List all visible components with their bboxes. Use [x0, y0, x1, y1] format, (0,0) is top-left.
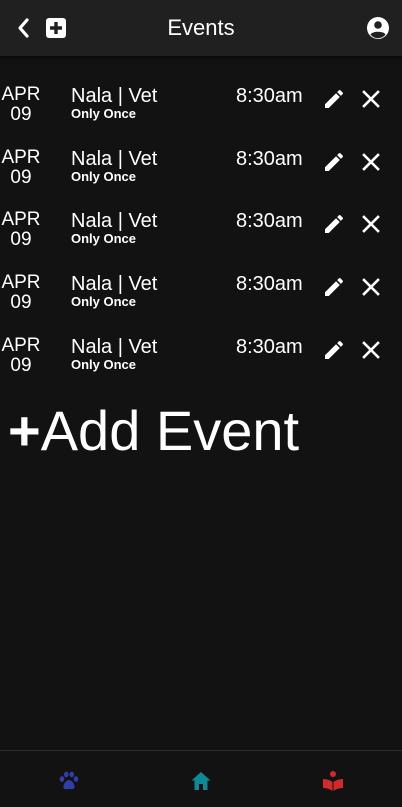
event-row[interactable]: APR 09 Nala | Vet Only Once 8:30am [0, 148, 402, 204]
add-event-button[interactable]: + Add Event [8, 398, 299, 464]
bottom-navigation [0, 750, 402, 807]
event-frequency: Only Once [71, 169, 137, 184]
event-month: APR [1, 84, 41, 105]
event-row[interactable]: APR 09 Nala | Vet Only Once 8:30am [0, 210, 402, 266]
event-date: APR 09 [0, 336, 42, 376]
event-time: 8:30am [236, 210, 303, 232]
add-event-label: Add Event [40, 399, 300, 462]
event-time: 8:30am [236, 148, 303, 170]
event-day: 09 [10, 167, 32, 188]
event-date: APR 09 [0, 148, 42, 188]
event-frequency: Only Once [71, 357, 137, 372]
page-title: Events [167, 15, 235, 40]
event-name: Nala | Vet [71, 273, 158, 295]
event-frequency: Only Once [71, 294, 137, 309]
event-date: APR 09 [0, 273, 42, 313]
edit-pencil-icon[interactable] [322, 338, 346, 362]
delete-x-icon[interactable] [359, 275, 383, 299]
edit-pencil-icon[interactable] [322, 150, 346, 174]
event-day: 09 [10, 104, 32, 125]
event-name: Nala | Vet [71, 336, 158, 358]
event-day: 09 [10, 229, 32, 250]
event-date: APR 09 [0, 210, 42, 250]
event-day: 09 [10, 292, 32, 313]
event-day: 09 [10, 355, 32, 376]
event-time: 8:30am [236, 336, 303, 358]
event-time: 8:30am [236, 273, 303, 295]
event-month: APR [1, 209, 41, 230]
event-name: Nala | Vet [71, 148, 158, 170]
home-icon[interactable] [189, 769, 213, 793]
add-event-plus: + [8, 399, 41, 462]
delete-x-icon[interactable] [359, 212, 383, 236]
event-frequency: Only Once [71, 231, 137, 246]
edit-pencil-icon[interactable] [322, 212, 346, 236]
event-time: 8:30am [236, 85, 303, 107]
event-month: APR [1, 147, 41, 168]
event-month: APR [1, 272, 41, 293]
event-row[interactable]: APR 09 Nala | Vet Only Once 8:30am [0, 336, 402, 392]
event-date: APR 09 [0, 85, 42, 125]
delete-x-icon[interactable] [359, 87, 383, 111]
event-name: Nala | Vet [71, 85, 158, 107]
event-month: APR [1, 335, 41, 356]
event-frequency: Only Once [71, 106, 137, 121]
delete-x-icon[interactable] [359, 150, 383, 174]
account-circle-icon[interactable] [366, 16, 390, 40]
edit-pencil-icon[interactable] [322, 87, 346, 111]
book-reader-icon[interactable] [321, 769, 345, 793]
event-row[interactable]: APR 09 Nala | Vet Only Once 8:30am [0, 85, 402, 141]
event-name: Nala | Vet [71, 210, 158, 232]
event-row[interactable]: APR 09 Nala | Vet Only Once 8:30am [0, 273, 402, 329]
top-app-bar: Events [0, 0, 402, 56]
edit-pencil-icon[interactable] [322, 275, 346, 299]
delete-x-icon[interactable] [359, 338, 383, 362]
paw-icon[interactable] [57, 769, 81, 793]
